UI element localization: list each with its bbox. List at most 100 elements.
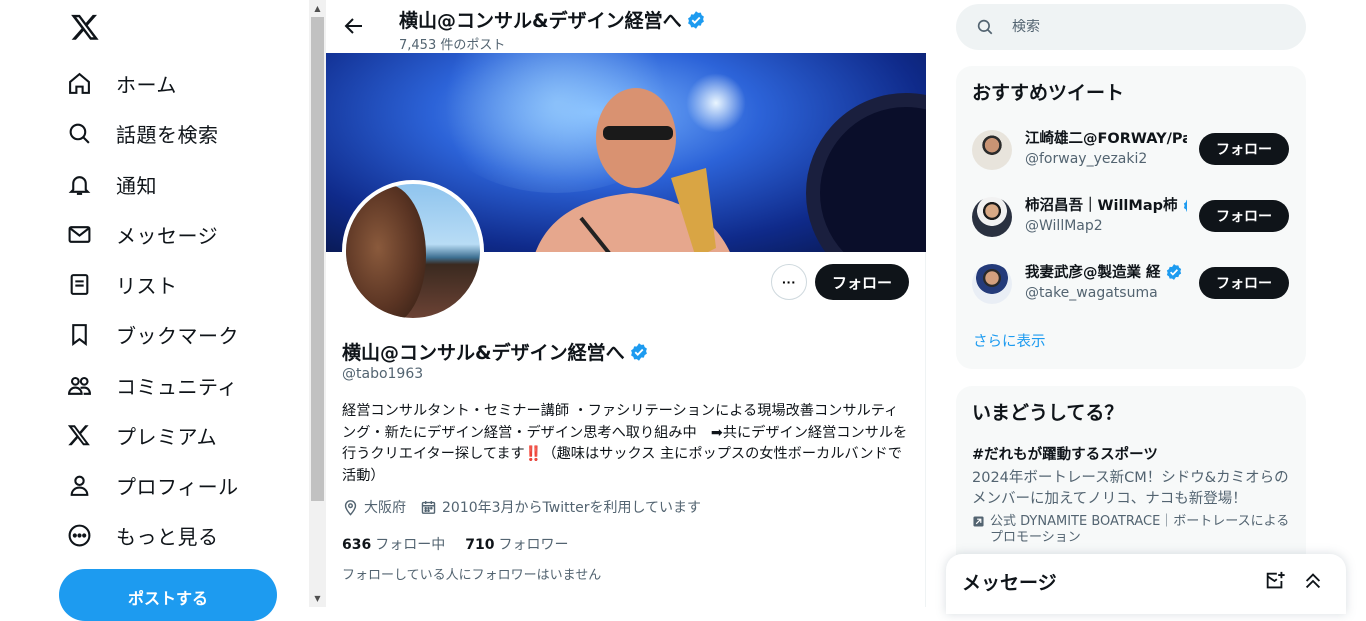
show-more-link[interactable]: さらに表示 xyxy=(956,318,1306,367)
avatar[interactable] xyxy=(972,264,1012,304)
recommendations-card: おすすめツイート 江崎雄二@FORWAY/Pan @forway_yezaki2… xyxy=(956,66,1306,369)
search-icon xyxy=(66,120,92,146)
nav-label: ブックマーク xyxy=(116,323,239,348)
follow-button[interactable]: フォロー xyxy=(1199,267,1289,299)
recommended-user[interactable]: 江崎雄二@FORWAY/Pan @forway_yezaki2 フォロー xyxy=(956,117,1306,184)
followers-link[interactable]: 710 フォロワー xyxy=(465,534,568,554)
user-name: 我妻武彦@製造業 経 xyxy=(1025,265,1161,281)
verified-badge-icon xyxy=(1166,263,1181,280)
joined-text: 2010年3月からTwitterを利用しています xyxy=(442,500,702,516)
new-message-icon[interactable] xyxy=(1264,570,1286,592)
nav-label: プロフィール xyxy=(116,474,239,499)
page-scrollbar[interactable]: ▲ ▼ xyxy=(309,0,326,607)
profile-header-bar: 横山@コンサル&デザイン経営へ 7,453 件のポスト xyxy=(326,0,926,53)
nav-label: リスト xyxy=(116,273,178,298)
nav-home[interactable]: ホーム xyxy=(66,61,177,105)
follow-button[interactable]: フォロー xyxy=(815,264,909,300)
user-handle: @forway_yezaki2 xyxy=(1025,151,1148,167)
more-circle-icon xyxy=(66,522,92,548)
following-count: 636 xyxy=(342,537,372,553)
trend-hashtag: #だれもが躍動するスポーツ xyxy=(972,447,1158,463)
nav-label: もっと見る xyxy=(116,524,219,549)
scroll-down-arrow-icon[interactable]: ▼ xyxy=(309,590,326,607)
search-input[interactable] xyxy=(1012,19,1272,35)
nav-lists[interactable]: リスト xyxy=(66,262,178,306)
trends-title: いまどうしてる？ xyxy=(972,402,1124,424)
location-text: 大阪府 xyxy=(364,500,406,516)
profile-column: 横山@コンサル&デザイン経営へ 7,453 件のポスト ··· フォロー 横山@… xyxy=(326,0,926,607)
nav-bookmarks[interactable]: ブックマーク xyxy=(66,312,239,356)
messages-drawer[interactable]: メッセージ xyxy=(946,554,1346,614)
back-arrow-icon[interactable] xyxy=(342,14,366,38)
profile-avatar[interactable] xyxy=(342,180,484,322)
verified-badge-icon xyxy=(687,10,704,29)
search-box[interactable] xyxy=(956,4,1306,50)
post-count: 7,453 件のポスト xyxy=(399,38,506,53)
left-navigation: ホーム 話題を検索 通知 メッセージ リスト ブックマーク コミュニティ プレミ… xyxy=(0,0,308,621)
verified-badge-icon xyxy=(1183,199,1187,212)
nav-notifications[interactable]: 通知 xyxy=(66,162,157,206)
following-link[interactable]: 636 フォロー中 xyxy=(342,534,445,554)
scroll-up-arrow-icon[interactable]: ▲ xyxy=(309,0,326,17)
promoted-icon xyxy=(973,516,984,527)
profile-meta: 大阪府 2010年3月からTwitterを利用しています xyxy=(342,497,715,517)
user-handle: @WillMap2 xyxy=(1025,218,1103,234)
joined-item: 2010年3月からTwitterを利用しています xyxy=(420,497,701,517)
follow-stats: 636 フォロー中 710 フォロワー xyxy=(342,534,588,554)
bell-icon xyxy=(66,171,92,197)
nav-label: 通知 xyxy=(116,173,157,198)
avatar[interactable] xyxy=(972,197,1012,237)
drum-graphic xyxy=(806,93,926,252)
nav-label: 話題を検索 xyxy=(116,122,219,147)
header-name: 横山@コンサル&デザイン経営へ xyxy=(399,6,706,33)
user-name: 柿沼昌吾｜WillMap杮 xyxy=(1025,198,1178,214)
trend-description: 2024年ボートレース新CM！シドウ&カミオらのメンバーに加えてノリコ、ナコも新… xyxy=(972,470,1289,507)
following-label: フォロー中 xyxy=(375,537,446,553)
profile-name: 横山@コンサル&デザイン経営へ xyxy=(342,338,649,365)
expand-chevrons-icon[interactable] xyxy=(1302,570,1324,592)
nav-label: プレミアム xyxy=(116,424,218,449)
scrollbar-thumb[interactable] xyxy=(311,17,324,501)
nav-label: メッセージ xyxy=(116,223,219,248)
followers-count: 710 xyxy=(465,537,495,553)
nav-label: コミュニティ xyxy=(116,374,238,399)
location-item: 大阪府 xyxy=(342,497,406,517)
follow-button[interactable]: フォロー xyxy=(1199,200,1289,232)
user-name: 江崎雄二@FORWAY/Pan xyxy=(1025,131,1187,147)
post-button[interactable]: ポストする xyxy=(59,569,277,621)
nav-more[interactable]: もっと見る xyxy=(66,513,219,557)
list-icon xyxy=(66,271,92,297)
verified-badge-icon xyxy=(630,342,647,361)
promoted-text: 公式 DYNAMITE BOATRACE｜ボートレースによるプロモーション xyxy=(990,514,1290,545)
followers-label: フォロワー xyxy=(498,537,569,553)
nav-communities[interactable]: コミュニティ xyxy=(66,363,238,407)
people-icon xyxy=(66,372,92,398)
x-logo-icon[interactable] xyxy=(70,12,100,42)
more-options-button[interactable]: ··· xyxy=(771,264,807,300)
follow-button[interactable]: フォロー xyxy=(1199,133,1289,165)
nav-profile[interactable]: プロフィール xyxy=(66,463,239,507)
right-sidebar: おすすめツイート 江崎雄二@FORWAY/Pan @forway_yezaki2… xyxy=(956,0,1306,607)
avatar-face xyxy=(346,184,426,318)
mutual-followers-note: フォローしている人にフォロワーはいません xyxy=(342,568,602,583)
nav-label: ホーム xyxy=(116,72,177,97)
recommended-user[interactable]: 柿沼昌吾｜WillMap杮 @WillMap2 フォロー xyxy=(956,184,1306,251)
calendar-icon xyxy=(421,500,436,514)
saxophonist-figure xyxy=(535,88,730,252)
recommended-user[interactable]: 我妻武彦@製造業 経 @take_wagatsuma フォロー xyxy=(956,251,1306,318)
bookmark-icon xyxy=(66,321,92,347)
avatar[interactable] xyxy=(972,130,1012,170)
nav-premium[interactable]: プレミアム xyxy=(66,413,217,457)
user-handle: @take_wagatsuma xyxy=(1025,285,1158,301)
profile-bio: 経営コンサルタント・セミナー講師 ・ファシリテーションによる現場改善コンサルティ… xyxy=(342,403,908,484)
messages-drawer-title: メッセージ xyxy=(962,571,1057,594)
trend-item[interactable]: #だれもが躍動するスポーツ 2024年ボートレース新CM！シドウ&カミオらのメン… xyxy=(956,437,1306,546)
nav-messages[interactable]: メッセージ xyxy=(66,212,218,256)
recommendations-title: おすすめツイート xyxy=(972,82,1125,104)
search-icon xyxy=(977,19,993,35)
profile-name-text: 横山@コンサル&デザイン経営へ xyxy=(342,342,625,364)
envelope-icon xyxy=(66,221,92,247)
nav-explore[interactable]: 話題を検索 xyxy=(66,111,219,155)
person-icon xyxy=(66,472,92,498)
header-name-text: 横山@コンサル&デザイン経営へ xyxy=(399,10,682,32)
